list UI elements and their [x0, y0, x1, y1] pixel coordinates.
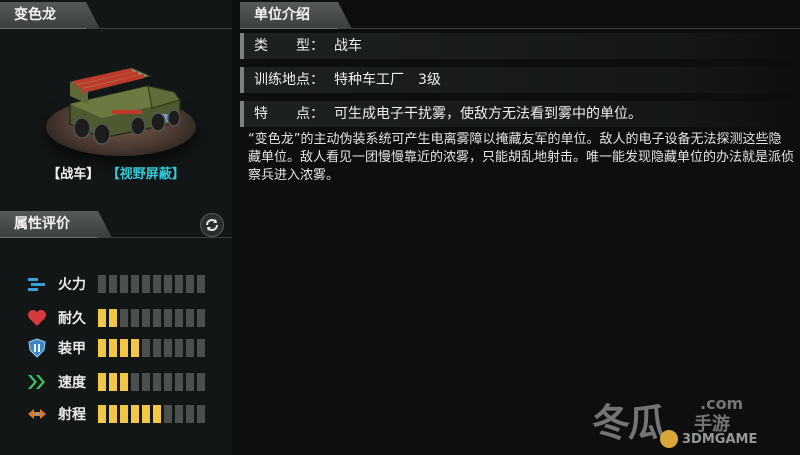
speed-chevron-icon [26, 372, 48, 392]
attribute-bar-segment [197, 373, 205, 391]
info-row-type: 类 型： 战车 [240, 33, 800, 59]
attribute-bar-segment [109, 339, 117, 357]
attribute-bar-segment [153, 339, 161, 357]
divider [98, 237, 232, 238]
vehicle-image [68, 67, 181, 145]
attribute-bar-segment [142, 405, 150, 423]
attribute-bar-segment [109, 275, 117, 293]
attribute-bar-segment [175, 309, 183, 327]
attribute-bar-segment [109, 309, 117, 327]
attribute-bar-segment [197, 275, 205, 293]
attribute-bar-segment [120, 339, 128, 357]
attribute-bar-segment [98, 373, 106, 391]
attribute-bar-segment [120, 373, 128, 391]
attribute-row: 火力 [26, 273, 205, 295]
attribute-bar [98, 275, 205, 293]
attribute-bar-segment [153, 309, 161, 327]
attribute-bar-segment [197, 405, 205, 423]
attribute-bar-segment [142, 373, 150, 391]
info-row-feature: 特 点： 可生成电子干扰雾，使敌方无法看到雾中的单位。 [240, 101, 800, 127]
attribute-bar-segment [164, 405, 172, 423]
unit-panel: 变色龙 【战车】 【视野屏蔽】 属性评价 火力 耐久 装甲 速度 射程 [0, 0, 232, 455]
attribute-bar-segment [175, 373, 183, 391]
watermark-brand: 冬瓜 [592, 401, 666, 445]
unit-description: “变色龙”的主动伪装系统可产生电离雾障以掩藏友军的单位。敌人的电子设备无法探测这… [248, 132, 795, 183]
attribute-bar-segment [131, 309, 139, 327]
heart-icon [26, 308, 48, 328]
attribute-bar-segment [98, 339, 106, 357]
attribute-bar-segment [186, 275, 194, 293]
attribute-label: 火力 [58, 277, 86, 293]
info-panel: 单位介绍 类 型： 战车 训练地点： 特种车工厂 3级 特 点： 可生成电子干扰雾，使… [240, 0, 800, 455]
unit-skill-tag[interactable]: 【视野屏蔽】 [113, 167, 185, 182]
refresh-button[interactable] [200, 213, 224, 237]
divider [86, 28, 232, 29]
attribute-bar-segment [120, 309, 128, 327]
attribute-row: 射程 [26, 403, 205, 425]
location-key: 训练地点： [254, 72, 324, 88]
attribute-bar-segment [164, 275, 172, 293]
attribute-row: 耐久 [26, 307, 205, 329]
unit-name-tab: 变色龙 [0, 2, 100, 29]
attribute-bar-segment [98, 275, 106, 293]
refresh-icon [206, 219, 218, 231]
info-row-location: 训练地点： 特种车工厂 3级 [240, 67, 800, 93]
attribute-bar [98, 373, 205, 391]
feature-value: 可生成电子干扰雾，使敌方无法看到雾中的单位。 [334, 106, 642, 122]
attribute-bar-segment [164, 373, 172, 391]
attribute-bar-segment [175, 275, 183, 293]
feature-key: 特 点： [254, 106, 324, 122]
attribute-bar-segment [120, 405, 128, 423]
attribute-bar-segment [197, 309, 205, 327]
location-value: 特种车工厂 3级 [334, 72, 441, 88]
firepower-icon [26, 274, 48, 294]
attribute-bar-segment [131, 275, 139, 293]
attribute-bar-segment [186, 373, 194, 391]
attribute-bar-segment [120, 275, 128, 293]
attribute-bar-segment [131, 373, 139, 391]
attribute-bar-segment [164, 339, 172, 357]
attribute-label: 装甲 [58, 341, 86, 357]
attribute-bar-segment [186, 339, 194, 357]
range-arrows-icon [26, 404, 48, 424]
attribute-bar-segment [142, 275, 150, 293]
divider [338, 28, 800, 29]
attribute-bar-segment [175, 405, 183, 423]
attribute-bar-segment [109, 405, 117, 423]
attributes-tab: 属性评价 [0, 211, 112, 238]
attribute-bar [98, 339, 205, 357]
attribute-label: 速度 [58, 375, 86, 391]
attribute-bar-segment [153, 373, 161, 391]
unit-type-tag: 【战车】 [47, 167, 100, 182]
armor-shield-icon [26, 338, 48, 358]
attribute-bar-segment [175, 339, 183, 357]
watermark: 冬瓜 .com 手游 3DMGAME [582, 392, 792, 452]
attribute-row: 装甲 [26, 337, 205, 359]
attribute-bar-segment [153, 275, 161, 293]
attribute-bar-segment [186, 309, 194, 327]
attribute-bar-segment [164, 309, 172, 327]
attribute-bar-segment [109, 373, 117, 391]
attribute-row: 速度 [26, 371, 205, 393]
attribute-bar-segment [186, 405, 194, 423]
attribute-bar [98, 309, 205, 327]
attribute-bar-segment [153, 405, 161, 423]
attribute-label: 射程 [58, 407, 86, 423]
unit-tags: 【战车】 【视野屏蔽】 [0, 163, 232, 182]
attribute-bar [98, 405, 205, 423]
attribute-bar-segment [131, 405, 139, 423]
attribute-bar-segment [142, 339, 150, 357]
attribute-bar-segment [142, 309, 150, 327]
type-key: 类 型： [254, 38, 324, 54]
attribute-bar-segment [98, 405, 106, 423]
attribute-bar-segment [98, 309, 106, 327]
type-value: 战车 [334, 38, 362, 54]
attribute-bar-segment [131, 339, 139, 357]
attribute-label: 耐久 [58, 311, 86, 327]
watermark-site: 3DMGAME [682, 432, 758, 447]
attribute-bar-segment [197, 339, 205, 357]
watermark-logo-icon [660, 430, 678, 448]
info-tab: 单位介绍 [240, 2, 352, 29]
